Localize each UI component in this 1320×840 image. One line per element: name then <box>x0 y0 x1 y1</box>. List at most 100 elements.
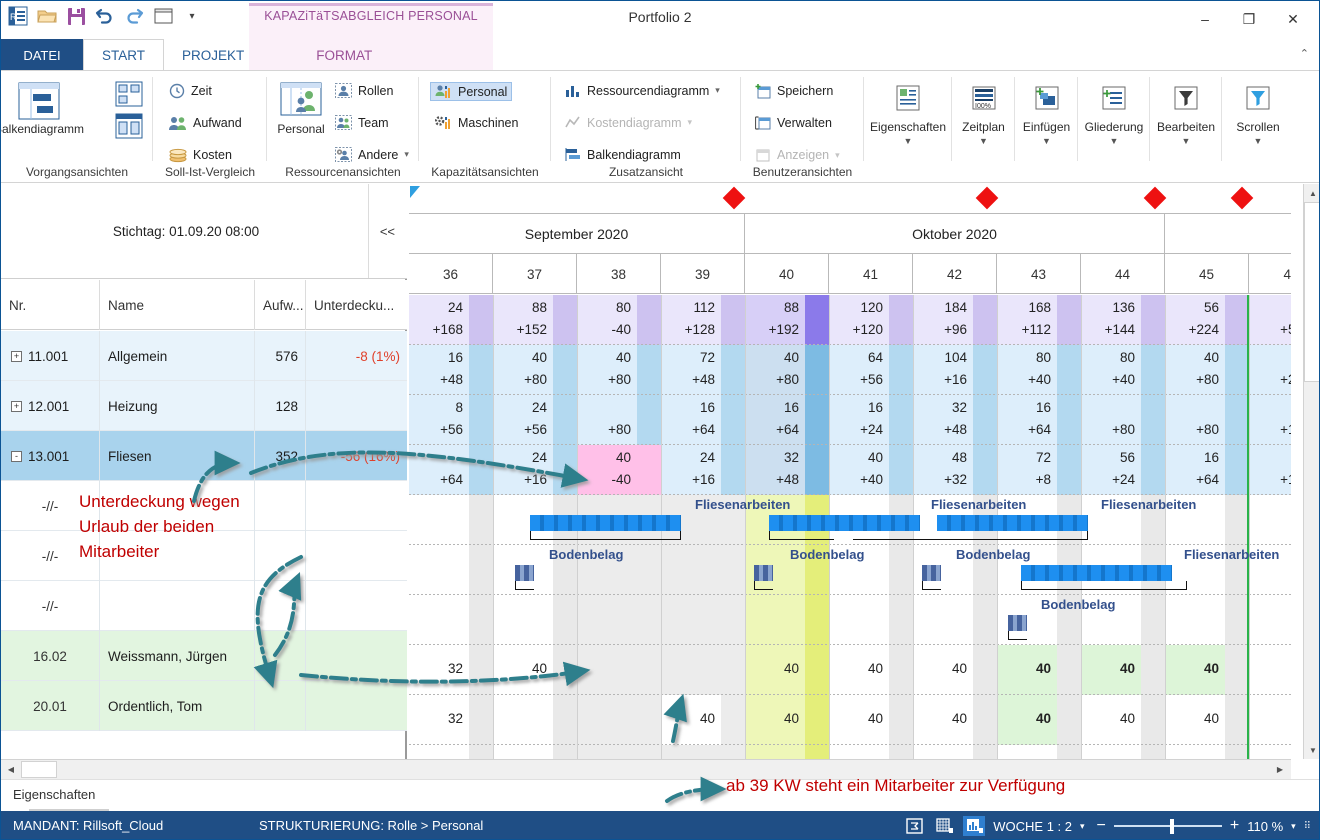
table-row[interactable]: -//- <box>1 581 407 631</box>
data-row-fliesen[interactable]: +64 24 +16 40 -40 24 +16 32 +48 40 +40 48 +32 … <box>409 445 1291 495</box>
horizontal-scroll-thumb[interactable] <box>21 761 57 778</box>
rollen-button[interactable]: Rollen <box>335 83 393 98</box>
chevron-down-icon[interactable]: ▼ <box>1015 135 1078 148</box>
scroll-down-button[interactable]: ▼ <box>1304 741 1319 759</box>
close-button[interactable]: ✕ <box>1271 4 1315 34</box>
eigenschaften-button[interactable]: Eigenschaften ▼ <box>864 77 952 148</box>
data-row-allgemein[interactable]: 16 +48 40 +80 40 +80 72 +48 40 +80 64 +56 104 +… <box>409 345 1291 395</box>
collapse-columns-button[interactable]: << <box>380 224 395 239</box>
resize-grip-icon[interactable]: ⠿ <box>1304 821 1311 832</box>
resource-row-weissmann[interactable]: 32 40 40 40 40 40 40 40 8 <box>409 645 1291 695</box>
week-header-cell[interactable]: 38 <box>577 254 661 294</box>
network-view-button[interactable] <box>115 81 143 107</box>
chevron-down-icon[interactable]: ▼ <box>864 135 952 148</box>
chevron-down-icon[interactable]: ▼ <box>952 135 1015 148</box>
week-header-cell[interactable]: 45 <box>1165 254 1249 294</box>
team-button[interactable]: Team <box>335 115 389 130</box>
collapse-ribbon-icon[interactable]: ⌃ <box>1300 47 1309 60</box>
gantt-bar[interactable] <box>1021 565 1172 581</box>
collapse-icon[interactable]: - <box>11 450 22 462</box>
table-row[interactable]: +12.001 Heizung 128 <box>1 381 407 431</box>
gantt-bar[interactable] <box>769 515 920 531</box>
gantt-bar[interactable] <box>937 515 1088 531</box>
zoom-value[interactable]: 110 % <box>1247 819 1283 834</box>
split-view-icon[interactable] <box>903 816 925 836</box>
speichern-view-button[interactable]: Speichern <box>755 83 833 99</box>
horizontal-scrollbar[interactable]: ◀ ▶ <box>1 759 1291 779</box>
bearbeiten-button[interactable]: Bearbeiten ▼ <box>1150 77 1222 148</box>
gantt-bar[interactable] <box>515 565 534 581</box>
chevron-down-icon[interactable]: ▼ <box>1222 135 1294 148</box>
table-row[interactable]: -13.001 Fliesen 352 -56 (16%) <box>1 431 407 481</box>
week-header-cell[interactable]: 39 <box>661 254 745 294</box>
ribbon-tabs[interactable]: DATEI START PROJEKT FORMAT <box>1 39 1319 71</box>
zoom-chevron-down-icon[interactable]: ▾ <box>1291 821 1296 832</box>
week-header-cell[interactable]: 44 <box>1081 254 1165 294</box>
tab-start[interactable]: START <box>83 39 165 71</box>
column-header-nr[interactable]: Nr. <box>1 280 100 330</box>
week-header-cell[interactable]: 43 <box>997 254 1081 294</box>
kosten-button[interactable]: Kosten <box>169 147 232 163</box>
andere-button[interactable]: Andere ▾ <box>335 147 409 162</box>
ressourcendiagramm-button[interactable]: Ressourcendiagramm ▾ <box>565 83 720 98</box>
scroll-right-button[interactable]: ▶ <box>1271 761 1289 778</box>
zeit-button[interactable]: Zeit <box>169 83 212 99</box>
resource-row-ordentlich[interactable]: 32 40 40 40 40 40 40 40 8 <box>409 695 1291 745</box>
personal-capacity-button[interactable]: Personal <box>429 82 513 101</box>
maximize-button[interactable]: ❐ <box>1227 4 1271 34</box>
tab-datei[interactable]: DATEI <box>1 39 83 71</box>
milestone-icon[interactable] <box>1143 186 1167 210</box>
week-header-cell[interactable]: 40 <box>745 254 829 294</box>
zoom-slider-handle[interactable] <box>1169 819 1174 834</box>
expander-icon[interactable]: + <box>11 400 22 412</box>
tab-projekt[interactable]: PROJEKT <box>164 39 262 71</box>
balkendiagramm-zusatz-button[interactable]: Balkendiagramm <box>565 147 681 162</box>
overload-cell[interactable]: 40 -40 <box>577 445 661 495</box>
gliederung-button[interactable]: Gliederung ▼ <box>1078 77 1150 148</box>
scrollen-button[interactable]: Scrollen ▼ <box>1222 77 1294 148</box>
maschinen-capacity-button[interactable]: Maschinen <box>435 115 518 130</box>
table-view-icon[interactable] <box>933 816 955 836</box>
data-row-summary[interactable]: 24 +168 88 +152 80 -40 112 +128 88 +192 120 +1… <box>409 295 1291 345</box>
einfuegen-button[interactable]: Einfügen ▼ <box>1015 77 1078 148</box>
table-row[interactable]: +11.001 Allgemein 576 -8 (1%) <box>1 331 407 381</box>
scroll-left-button[interactable]: ◀ <box>2 761 20 778</box>
chevron-down-icon[interactable]: ▾ <box>715 85 720 96</box>
gantt-bar[interactable] <box>922 565 941 581</box>
table-row[interactable]: 20.01 Ordentlich, Tom <box>1 681 407 731</box>
chevron-down-icon[interactable]: ▼ <box>1150 135 1222 148</box>
week-header-cell[interactable]: 41 <box>829 254 913 294</box>
week-header-cell[interactable]: 37 <box>493 254 577 294</box>
week-header-cell[interactable]: 42 <box>913 254 997 294</box>
scale-label[interactable]: WOCHE 1 : 2 <box>993 819 1072 834</box>
vertical-scrollbar[interactable]: ▲ ▼ <box>1303 184 1319 759</box>
column-header-unterdeckung[interactable]: Unterdecku... <box>306 280 407 330</box>
gantt-bar[interactable] <box>754 565 773 581</box>
scroll-up-button[interactable]: ▲ <box>1304 184 1319 202</box>
vertical-scroll-thumb[interactable] <box>1304 202 1319 382</box>
board-view-button[interactable] <box>115 113 143 139</box>
zoom-slider[interactable] <box>1113 816 1222 836</box>
week-header-cell[interactable]: 46 <box>1249 254 1291 294</box>
tab-format[interactable]: FORMAT <box>298 39 390 71</box>
status-zoom-zone[interactable]: WOCHE 1 : 2 ▾ − + 110 % ▾ ⠿ <box>903 811 1311 839</box>
column-header-aufwand[interactable]: Aufw... <box>255 280 306 330</box>
scale-chevron-down-icon[interactable]: ▾ <box>1080 821 1085 832</box>
chevron-down-icon[interactable]: ▾ <box>404 149 409 160</box>
zoom-in-button[interactable]: + <box>1230 817 1239 835</box>
table-row[interactable]: 16.02 Weissmann, Jürgen <box>1 631 407 681</box>
milestone-icon[interactable] <box>722 186 746 210</box>
minimize-button[interactable]: – <box>1183 4 1227 34</box>
milestone-icon[interactable] <box>1230 186 1254 210</box>
zeitplan-button[interactable]: I00% Zeitplan ▼ <box>952 77 1015 148</box>
verwalten-view-button[interactable]: Verwalten <box>755 115 832 131</box>
chart-view-icon[interactable] <box>963 816 986 836</box>
milestone-icon[interactable] <box>975 186 999 210</box>
zoom-out-button[interactable]: − <box>1097 817 1106 835</box>
property-tab-eigenschaften[interactable]: Eigenschaften <box>13 787 95 802</box>
balkendiagramm-button[interactable]: Balkendiagramm <box>1 79 115 136</box>
gantt-bar[interactable] <box>1008 615 1027 631</box>
chevron-down-icon[interactable]: ▼ <box>1078 135 1150 148</box>
week-header-cell[interactable]: 36 <box>409 254 493 294</box>
gantt-bar[interactable] <box>530 515 681 531</box>
